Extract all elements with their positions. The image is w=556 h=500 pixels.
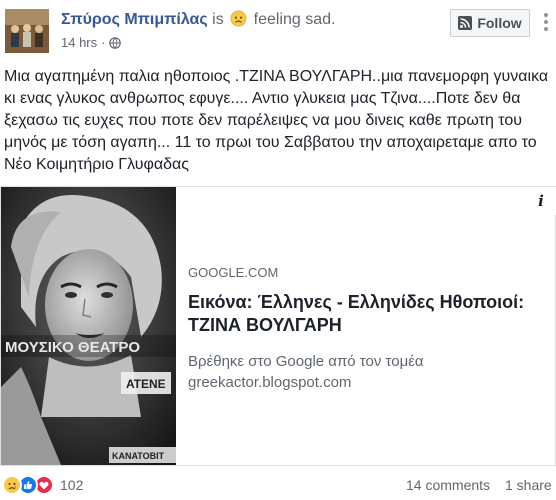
follow-button[interactable]: Follow bbox=[450, 9, 530, 37]
card-image[interactable]: ΜΟΥΣΙΚΟ ΘΕΑΤΡΟ ΑΤΕΝΕ ΚΑΝΑΤΟΒΙΤ bbox=[1, 187, 176, 465]
post-footer: 102 14 comments 1 share bbox=[0, 470, 556, 500]
info-icon[interactable]: i bbox=[526, 187, 556, 215]
feeling-text: feeling sad. bbox=[253, 11, 336, 28]
card-description: Βρέθηκε στο Google από τον τομέα greekac… bbox=[188, 353, 424, 391]
post-text: Μια αγαπημένη παλια ηθοποιος .ΤΖΙΝΑ ΒΟΥΛ… bbox=[4, 68, 549, 173]
more-options-icon[interactable] bbox=[536, 9, 556, 35]
image-banner-text: ΜΟΥΣΙΚΟ ΘΕΑΤΡΟ bbox=[5, 339, 140, 356]
card-title[interactable]: Εικόνα: Έλληνες - Ελληνίδες Ηθοποιοί: ΤΖ… bbox=[188, 291, 548, 337]
image-sign-bottom: ΚΑΝΑΤΟΒΙΤ bbox=[112, 451, 165, 461]
reactions-summary[interactable]: 102 bbox=[2, 475, 83, 495]
info-glyph: i bbox=[538, 192, 544, 210]
card-domain: GOOGLE.COM bbox=[188, 265, 279, 280]
rss-icon bbox=[458, 16, 473, 30]
sad-face-icon bbox=[230, 10, 247, 27]
card-info[interactable]: GOOGLE.COM Εικόνα: Έλληνες - Ελληνίδες Η… bbox=[188, 265, 548, 393]
image-sign-top: ΑΤΕΝΕ bbox=[126, 377, 166, 391]
comments-link[interactable]: 14 comments bbox=[406, 477, 490, 493]
link-preview-card[interactable]: ΜΟΥΣΙΚΟ ΘΕΑΤΡΟ ΑΤΕΝΕ ΚΑΝΑΤΟΒΙΤ GOOGLE.CO… bbox=[0, 186, 556, 466]
shares-link[interactable]: 1 share bbox=[505, 477, 552, 493]
meta-separator: · bbox=[101, 35, 106, 50]
author-name[interactable]: Σπύρος Μπιμπίλας bbox=[61, 11, 208, 28]
avatar[interactable] bbox=[5, 9, 49, 53]
author-line: Σπύρος Μπιμπίλας is feeling sad. bbox=[61, 10, 335, 30]
feeling-prefix: is bbox=[212, 11, 224, 28]
globe-icon[interactable] bbox=[109, 36, 122, 49]
sad-reaction-icon bbox=[2, 475, 22, 495]
reaction-count: 102 bbox=[60, 477, 84, 493]
timestamp[interactable]: 14 hrs bbox=[61, 35, 97, 50]
post-meta: 14 hrs · bbox=[61, 35, 122, 50]
post-header: Σπύρος Μπιμπίλας is feeling sad. 14 hrs … bbox=[0, 0, 556, 56]
follow-label: Follow bbox=[477, 15, 522, 31]
